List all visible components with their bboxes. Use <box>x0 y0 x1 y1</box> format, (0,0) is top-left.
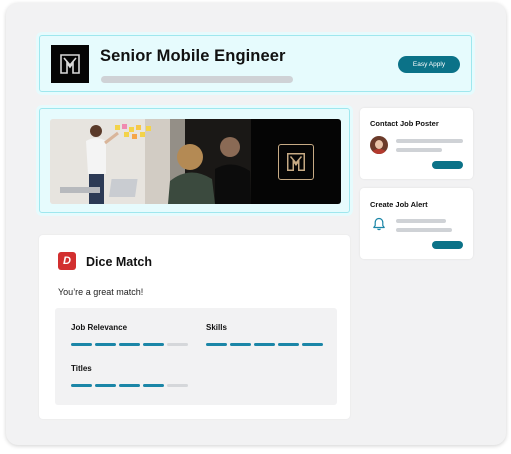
contact-title: Contact Job Poster <box>370 119 439 128</box>
meter-segment <box>302 343 323 346</box>
job-header: Senior Mobile Engineer Easy Apply <box>39 35 472 92</box>
criterion-meter-titles <box>71 384 188 387</box>
meter-segment <box>143 384 164 387</box>
criterion-label-skills: Skills <box>206 323 227 332</box>
dice-match-card: D Dice Match You’re a great match! Job R… <box>39 235 350 419</box>
criterion-meter-skills <box>206 343 323 346</box>
company-logo-icon <box>51 45 89 83</box>
banner-logo-icon <box>251 119 341 204</box>
dice-match-title: Dice Match <box>86 255 152 269</box>
meter-segment <box>143 343 164 346</box>
create-alert-button[interactable] <box>432 241 463 249</box>
meter-segment <box>230 343 251 346</box>
criterion-label-titles: Titles <box>71 364 92 373</box>
poster-name-placeholder <box>396 139 463 143</box>
easy-apply-button[interactable]: Easy Apply <box>398 56 460 73</box>
meter-segment <box>167 384 188 387</box>
contact-job-poster-card: Contact Job Poster <box>360 108 473 179</box>
dice-logo-icon: D <box>58 252 76 270</box>
company-placeholder-bar <box>101 76 293 83</box>
alert-placeholder-1 <box>396 219 446 223</box>
poster-detail-placeholder <box>396 148 442 152</box>
meter-segment <box>71 343 92 346</box>
office-photo <box>50 119 251 204</box>
company-banner <box>39 108 350 213</box>
bell-icon <box>372 217 386 236</box>
job-alert-title: Create Job Alert <box>370 200 428 209</box>
job-title: Senior Mobile Engineer <box>100 47 286 65</box>
meter-segment <box>119 343 140 346</box>
match-criteria-panel: Job Relevance Skills Titles <box>55 308 337 405</box>
meter-segment <box>71 384 92 387</box>
app-window: Senior Mobile Engineer Easy Apply Contac… <box>6 3 506 445</box>
match-summary: You’re a great match! <box>58 287 144 297</box>
meter-segment <box>254 343 275 346</box>
avatar <box>370 136 388 154</box>
meter-segment <box>95 384 116 387</box>
contact-button[interactable] <box>432 161 463 169</box>
criterion-meter-job-relevance <box>71 343 188 346</box>
alert-placeholder-2 <box>396 228 452 232</box>
meter-segment <box>206 343 227 346</box>
meter-segment <box>167 343 188 346</box>
criterion-label-job-relevance: Job Relevance <box>71 323 128 332</box>
meter-segment <box>278 343 299 346</box>
meter-segment <box>119 384 140 387</box>
meter-segment <box>95 343 116 346</box>
create-job-alert-card: Create Job Alert <box>360 188 473 259</box>
